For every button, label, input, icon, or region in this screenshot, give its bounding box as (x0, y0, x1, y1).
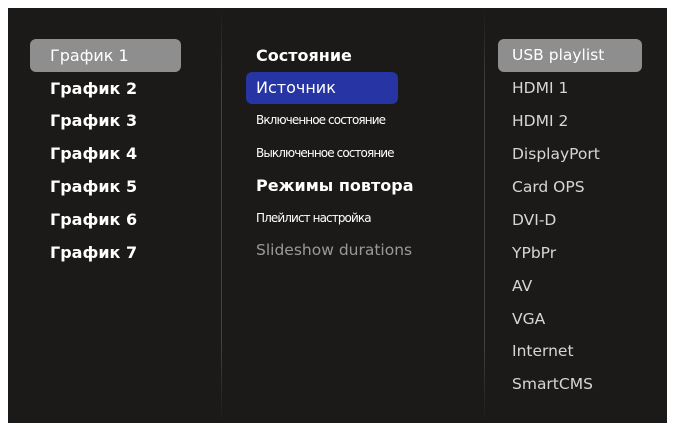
source-item-smartcms[interactable]: SmartCMS (498, 368, 642, 401)
schedule-menu-screen: График 1 График 2 График 3 График 4 Граф… (8, 8, 667, 423)
schedule-item-label: График 1 (50, 45, 129, 65)
schedule-item-label: График 7 (50, 242, 138, 262)
schedule-item-1[interactable]: График 1 (30, 39, 181, 72)
settings-item-label: Состояние (256, 45, 352, 65)
settings-item-status[interactable]: Состояние (246, 39, 414, 72)
settings-item-playlist-setup[interactable]: Плейлист настройка (246, 202, 414, 235)
schedule-item-4[interactable]: График 4 (30, 137, 181, 170)
schedule-item-6[interactable]: График 6 (30, 203, 181, 236)
source-item-label: DisplayPort (512, 145, 600, 164)
schedule-item-label: График 2 (50, 78, 138, 98)
column-divider (221, 8, 222, 423)
schedule-item-3[interactable]: График 3 (30, 105, 181, 138)
schedule-item-7[interactable]: График 7 (30, 236, 181, 269)
source-item-label: Card OPS (512, 178, 585, 196)
settings-item-off-state[interactable]: Выключенное состояние (246, 137, 414, 170)
source-item-label: HDMI 1 (512, 79, 569, 98)
column-divider (484, 8, 485, 423)
settings-item-label: Выключенное состояние (256, 145, 395, 160)
schedule-list: График 1 График 2 График 3 График 4 Граф… (30, 39, 181, 269)
settings-item-slideshow-durations[interactable]: Slideshow durations (246, 234, 414, 267)
source-item-internet[interactable]: Internet (498, 335, 642, 368)
source-list: USB playlist HDMI 1 HDMI 2 DisplayPort C… (498, 39, 642, 401)
settings-item-label: Slideshow durations (256, 241, 413, 260)
source-item-hdmi-1[interactable]: HDMI 1 (498, 72, 642, 105)
top-tick-mark (220, 0, 221, 6)
source-item-label: USB playlist (512, 46, 605, 65)
schedule-item-2[interactable]: График 2 (30, 72, 181, 105)
source-item-dvi-d[interactable]: DVI-D (498, 203, 642, 236)
schedule-item-label: График 3 (50, 111, 138, 131)
source-item-label: AV (512, 276, 533, 295)
source-item-label: VGA (512, 309, 546, 328)
source-item-av[interactable]: AV (498, 269, 642, 302)
settings-item-label: Режимы повтора (256, 175, 414, 195)
source-item-hdmi-2[interactable]: HDMI 2 (498, 105, 642, 138)
schedule-item-label: График 5 (50, 177, 138, 197)
source-item-vga[interactable]: VGA (498, 302, 642, 335)
settings-item-label: Источник (256, 78, 336, 98)
source-item-label: DVI-D (512, 210, 557, 229)
schedule-settings-list: Состояние Источник Включенное состояние … (246, 39, 414, 267)
source-item-label: SmartCMS (512, 375, 593, 394)
source-item-ypbpr[interactable]: YPbPr (498, 236, 642, 269)
settings-item-on-state[interactable]: Включенное состояние (246, 104, 414, 137)
source-item-label: YPbPr (512, 243, 557, 262)
settings-item-label: Включенное состояние (256, 113, 386, 128)
schedule-item-label: График 6 (50, 209, 138, 229)
settings-item-repeat-modes[interactable]: Режимы повтора (246, 169, 414, 202)
source-item-label: Internet (512, 342, 574, 361)
settings-item-source[interactable]: Источник (246, 71, 398, 104)
schedule-item-5[interactable]: График 5 (30, 170, 181, 203)
settings-item-label: Плейлист настройка (256, 210, 372, 225)
source-item-usb-playlist[interactable]: USB playlist (498, 39, 642, 72)
source-item-label: HDMI 2 (512, 112, 569, 131)
source-item-displayport[interactable]: DisplayPort (498, 138, 642, 171)
top-tick-mark (483, 0, 484, 6)
source-item-card-ops[interactable]: Card OPS (498, 171, 642, 204)
schedule-item-label: График 4 (50, 144, 138, 164)
